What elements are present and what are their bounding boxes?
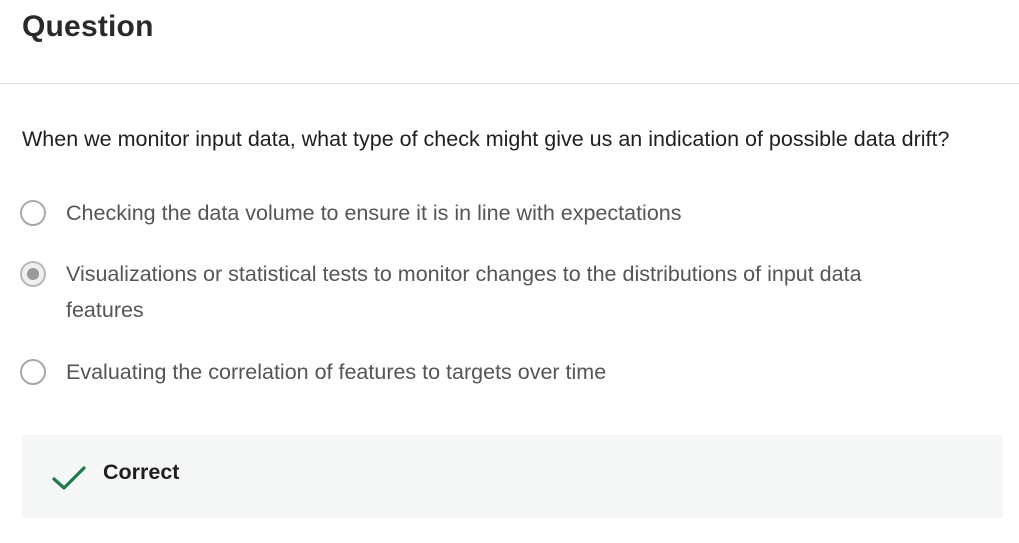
radio-button[interactable] bbox=[20, 359, 46, 385]
page-title: Question bbox=[22, 10, 154, 43]
checkmark-icon bbox=[52, 466, 86, 490]
question-header: Question bbox=[0, 0, 1019, 84]
feedback-label: Correct bbox=[103, 460, 180, 484]
radio-button-selected[interactable] bbox=[20, 261, 46, 287]
feedback-panel: Correct bbox=[22, 435, 1003, 518]
answer-option-label: Checking the data volume to ensure it is… bbox=[66, 201, 682, 225]
answer-option-2[interactable]: Visualizations or statistical tests to m… bbox=[20, 259, 920, 328]
question-prompt: When we monitor input data, what type of… bbox=[22, 127, 950, 151]
answer-option-1[interactable]: Checking the data volume to ensure it is… bbox=[20, 198, 920, 231]
answer-option-label: Evaluating the correlation of features t… bbox=[66, 360, 607, 384]
answer-option-3[interactable]: Evaluating the correlation of features t… bbox=[20, 357, 920, 390]
radio-button[interactable] bbox=[20, 200, 46, 226]
answer-option-label: Visualizations or statistical tests to m… bbox=[66, 262, 862, 322]
